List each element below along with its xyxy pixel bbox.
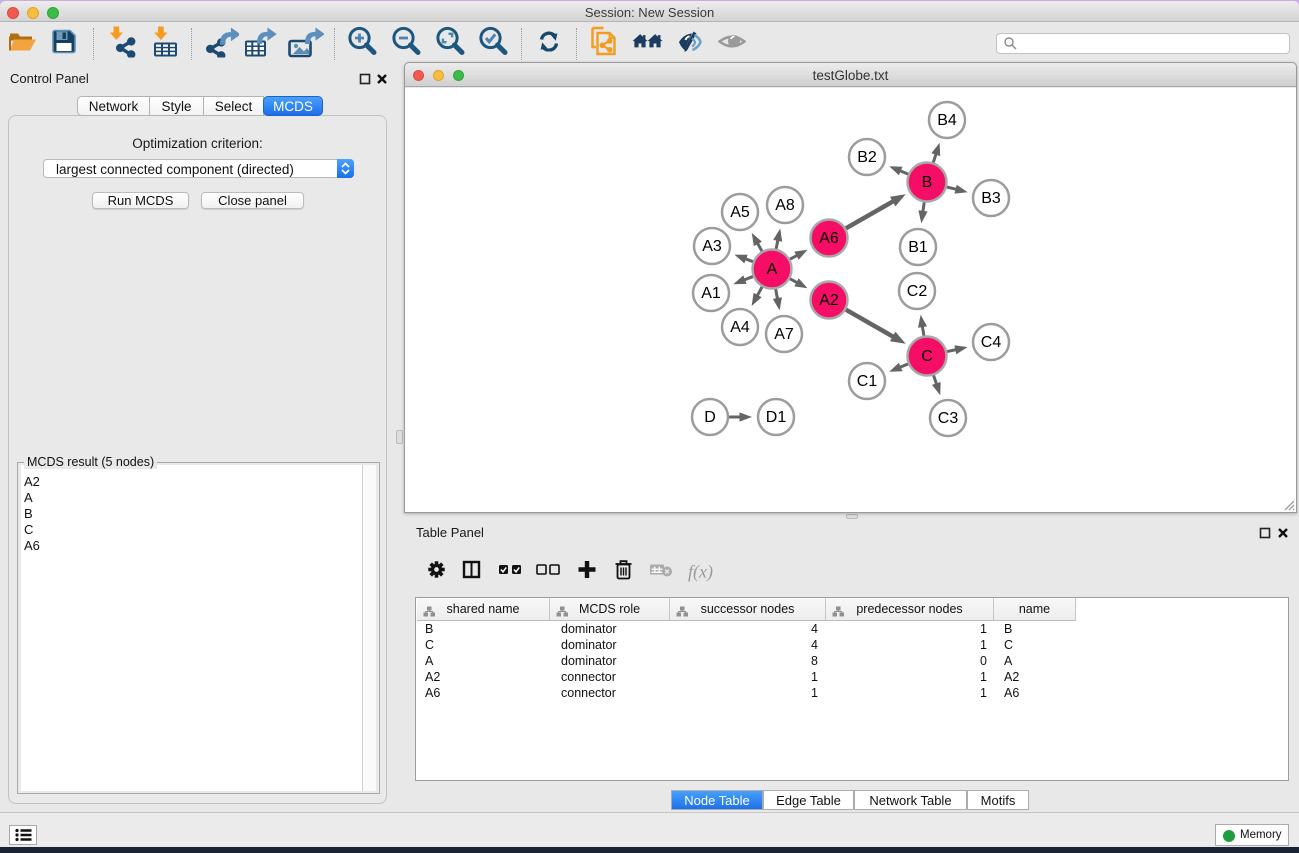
svg-text:C2: C2 <box>907 283 928 300</box>
svg-text:A6: A6 <box>819 230 839 247</box>
svg-text:A5: A5 <box>730 204 750 221</box>
svg-text:C1: C1 <box>857 373 878 390</box>
svg-text:C: C <box>921 348 933 365</box>
svg-text:A8: A8 <box>775 197 795 214</box>
svg-text:A3: A3 <box>702 238 722 255</box>
svg-text:B1: B1 <box>908 239 928 256</box>
svg-text:D: D <box>704 409 716 426</box>
svg-text:B3: B3 <box>981 190 1001 207</box>
svg-text:A7: A7 <box>774 326 794 343</box>
svg-text:B2: B2 <box>857 149 877 166</box>
svg-text:C4: C4 <box>981 334 1002 351</box>
svg-text:D1: D1 <box>766 409 787 426</box>
svg-text:C3: C3 <box>938 410 959 427</box>
svg-text:B: B <box>922 174 933 191</box>
svg-text:A: A <box>767 261 778 278</box>
svg-text:A4: A4 <box>730 319 750 336</box>
svg-text:A1: A1 <box>701 285 721 302</box>
svg-text:B4: B4 <box>937 112 957 129</box>
svg-text:A2: A2 <box>819 292 839 309</box>
